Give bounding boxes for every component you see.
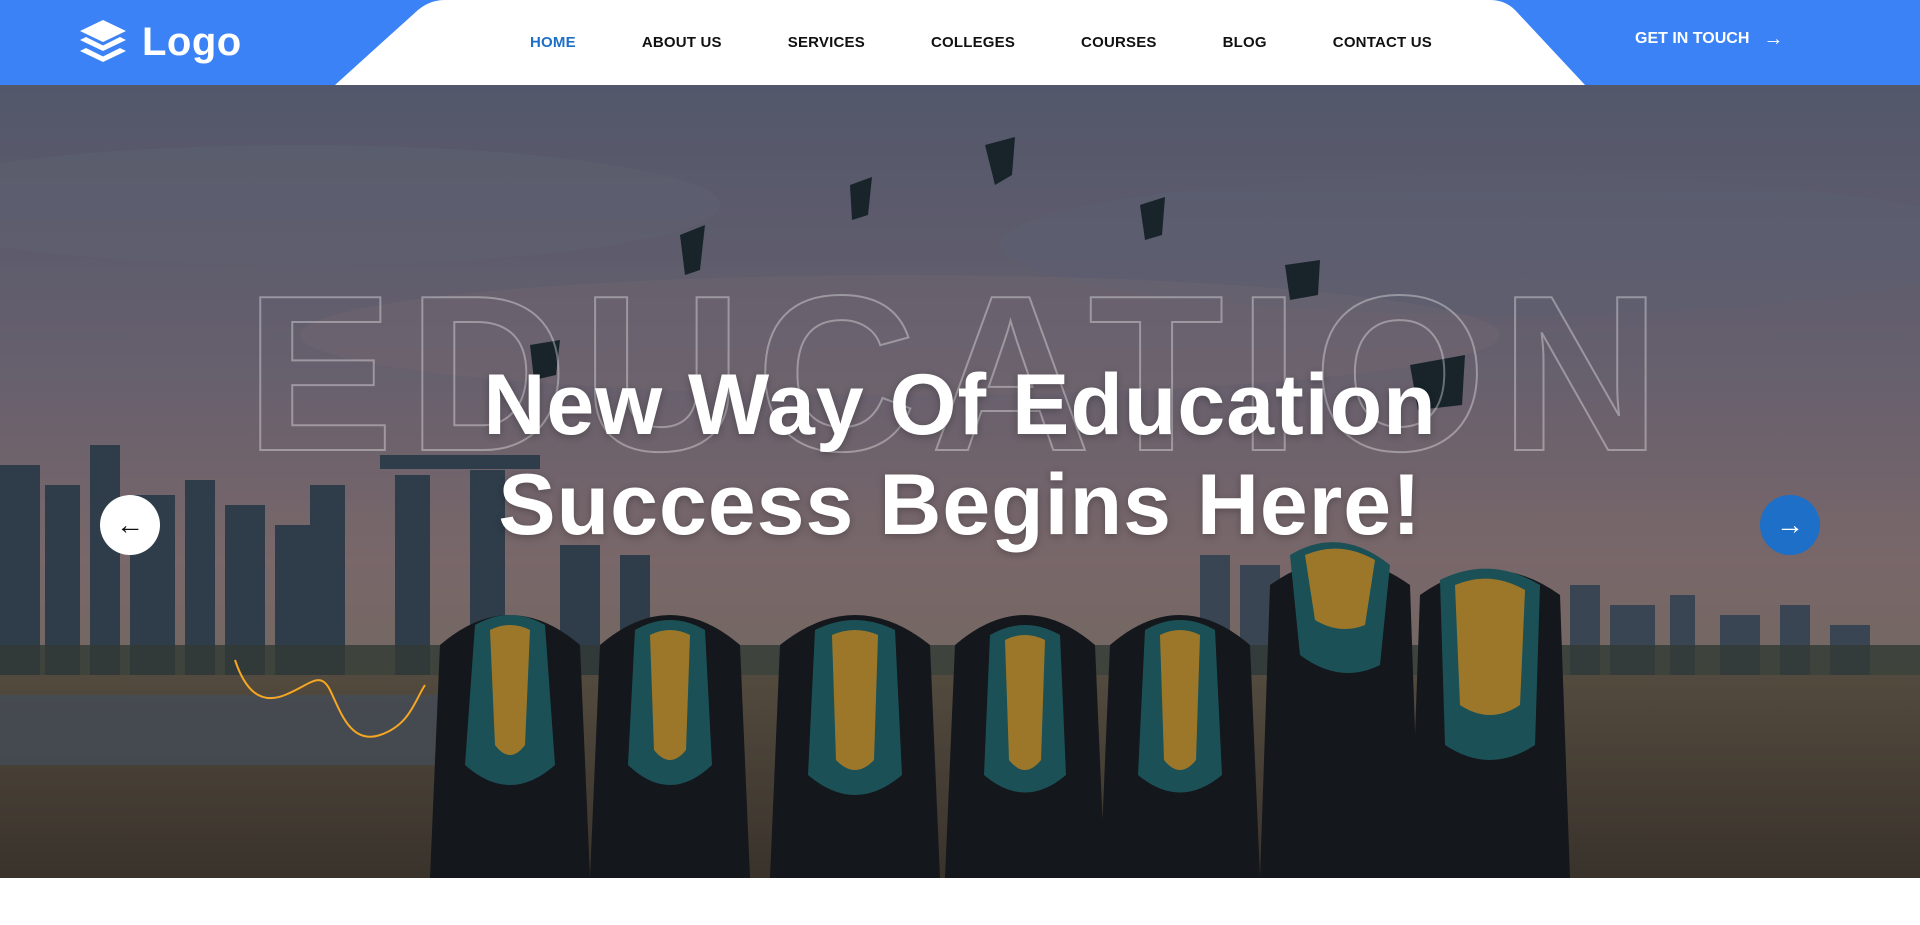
arrow-right-icon: → <box>1776 509 1804 540</box>
arrow-right-icon: → <box>1763 28 1784 50</box>
nav-item-colleges[interactable]: COLLEGES <box>931 34 1015 51</box>
logo-text: Logo <box>142 19 242 64</box>
hero-title: New Way Of Education Success Begins Here… <box>0 355 1920 555</box>
arrow-left-icon: ← <box>116 509 144 540</box>
get-in-touch-button[interactable]: GET IN TOUCH → <box>1635 28 1784 50</box>
site-header: Logo HOME ABOUT US SERVICES COLLEGES COU… <box>0 0 1920 85</box>
nav-item-home[interactable]: HOME <box>530 34 576 51</box>
slider-prev-button[interactable]: ← <box>100 495 160 555</box>
page-content-below-hero <box>0 878 1920 925</box>
get-in-touch-label: GET IN TOUCH <box>1635 30 1750 47</box>
nav-item-about-us[interactable]: ABOUT US <box>642 34 722 51</box>
stacked-layers-icon <box>80 20 126 62</box>
main-nav: HOME ABOUT US SERVICES COLLEGES COURSES … <box>530 0 1432 85</box>
nav-item-blog[interactable]: BLOG <box>1223 34 1267 51</box>
nav-item-courses[interactable]: COURSES <box>1081 34 1157 51</box>
nav-item-contact-us[interactable]: CONTACT US <box>1333 34 1432 51</box>
hero-title-line-2: Success Begins Here! <box>498 457 1422 553</box>
decorative-squiggle <box>234 659 426 738</box>
hero-slider: EDUCATION New Way Of Education Success B… <box>0 85 1920 878</box>
slider-next-button[interactable]: → <box>1760 495 1820 555</box>
hero-title-line-1: New Way Of Education <box>483 357 1437 453</box>
nav-item-services[interactable]: SERVICES <box>788 34 865 51</box>
site-logo[interactable]: Logo <box>78 18 242 66</box>
